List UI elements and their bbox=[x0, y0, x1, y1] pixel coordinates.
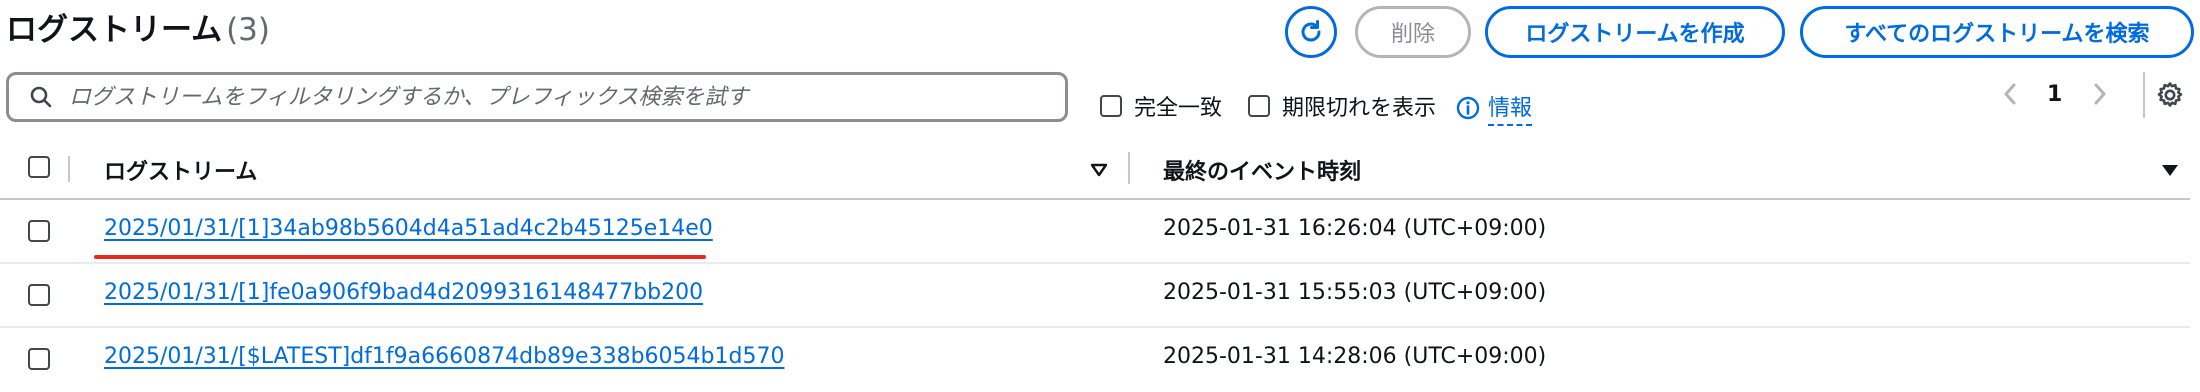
column-header-last-event-time[interactable]: 最終のイベント時刻 bbox=[1163, 154, 1361, 186]
previous-page-button[interactable] bbox=[2000, 80, 2020, 114]
next-page-button[interactable] bbox=[2090, 80, 2110, 114]
select-all-checkbox[interactable] bbox=[28, 156, 50, 178]
exact-match-checkbox[interactable] bbox=[1100, 95, 1122, 117]
search-all-log-streams-button[interactable]: すべてのログストリームを検索 bbox=[1800, 6, 2194, 58]
table-header: ログストリーム 最終のイベント時刻 bbox=[0, 140, 2190, 200]
page-title-text: ログストリーム bbox=[6, 12, 223, 48]
table-row: 2025/01/31/[$LATEST]df1f9a6660874db89e33… bbox=[0, 328, 2190, 392]
info-icon bbox=[1456, 96, 1480, 120]
create-log-stream-button[interactable]: ログストリームを作成 bbox=[1485, 6, 1785, 58]
chevron-right-icon bbox=[2094, 83, 2106, 105]
sort-down-icon[interactable] bbox=[1090, 162, 1108, 178]
show-expired-checkbox[interactable] bbox=[1248, 95, 1270, 117]
pager-divider bbox=[2143, 72, 2145, 118]
log-stream-link[interactable]: 2025/01/31/[1]34ab98b5604d4a51ad4c2b4512… bbox=[104, 216, 713, 241]
column-header-log-stream[interactable]: ログストリーム bbox=[104, 154, 257, 186]
exact-match-label: 完全一致 bbox=[1134, 96, 1223, 121]
info-link-label: 情報 bbox=[1488, 90, 1533, 126]
info-link[interactable]: 情報 bbox=[1456, 90, 1533, 126]
chevron-left-icon bbox=[2004, 83, 2016, 105]
log-stream-link[interactable]: 2025/01/31/[1]fe0a906f9bad4d209931614847… bbox=[104, 280, 703, 305]
delete-button[interactable]: 削除 bbox=[1355, 6, 1471, 58]
filter-search-box[interactable] bbox=[6, 72, 1068, 122]
show-expired-label: 期限切れを表示 bbox=[1282, 96, 1437, 121]
log-stream-link[interactable]: 2025/01/31/[$LATEST]df1f9a6660874db89e33… bbox=[104, 344, 784, 369]
exact-match-option[interactable]: 完全一致 bbox=[1100, 90, 1222, 122]
column-resizer[interactable] bbox=[1128, 152, 1130, 184]
filter-input[interactable] bbox=[67, 83, 1031, 111]
stream-count: (3) bbox=[226, 12, 270, 48]
row-checkbox[interactable] bbox=[28, 220, 50, 242]
search-icon bbox=[30, 86, 52, 108]
table-row: 2025/01/31/[1]fe0a906f9bad4d209931614847… bbox=[0, 264, 2190, 328]
gear-icon bbox=[2157, 82, 2183, 107]
page-header: ログストリーム (3) 削除 ログストリームを作成 すべてのログストリームを検索 bbox=[0, 0, 2200, 64]
column-divider bbox=[68, 156, 70, 182]
page-title: ログストリーム (3) bbox=[6, 8, 270, 52]
sort-desc-icon[interactable] bbox=[2160, 162, 2180, 178]
refresh-icon bbox=[1301, 20, 1321, 42]
show-expired-option[interactable]: 期限切れを表示 bbox=[1248, 90, 1436, 122]
last-event-time: 2025-01-31 16:26:04 (UTC+09:00) bbox=[1163, 216, 1547, 241]
highlight-underline bbox=[94, 255, 706, 259]
refresh-button[interactable] bbox=[1285, 6, 1337, 58]
last-event-time: 2025-01-31 14:28:06 (UTC+09:00) bbox=[1163, 344, 1547, 369]
row-checkbox[interactable] bbox=[28, 348, 50, 370]
row-checkbox[interactable] bbox=[28, 284, 50, 306]
preferences-button[interactable] bbox=[2155, 80, 2185, 114]
last-event-time: 2025-01-31 15:55:03 (UTC+09:00) bbox=[1163, 280, 1547, 305]
current-page-number[interactable]: 1 bbox=[2047, 82, 2062, 107]
